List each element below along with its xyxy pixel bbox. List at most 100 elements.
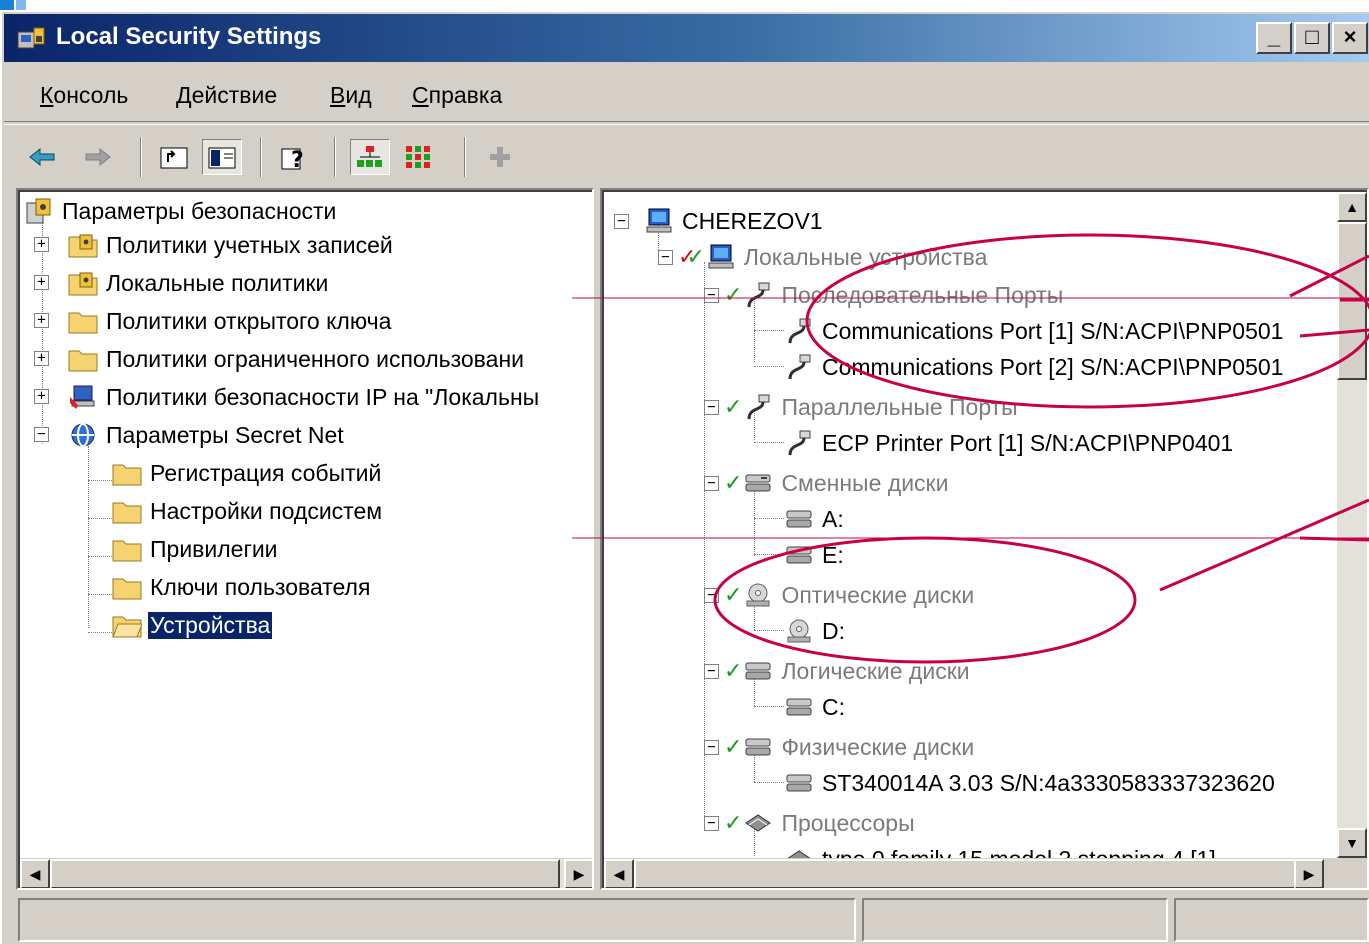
tree-node-optical-disks[interactable]: ✓ Оптические диски bbox=[724, 578, 976, 612]
tree-connector bbox=[88, 556, 112, 557]
scroll-right-button[interactable]: ▶ bbox=[564, 859, 592, 888]
show-hide-tree-button[interactable] bbox=[202, 139, 242, 175]
menu-action[interactable]: Действие bbox=[176, 82, 277, 109]
scroll-down-button[interactable]: ▼ bbox=[1337, 828, 1367, 858]
expand-toggle[interactable]: + bbox=[34, 313, 49, 328]
tree-item-subsystem-settings[interactable]: Настройки подсистем bbox=[112, 494, 384, 528]
tree-connector bbox=[754, 518, 784, 519]
scroll-thumb[interactable] bbox=[50, 859, 560, 888]
menu-view-label: Вид bbox=[330, 82, 372, 108]
tree-node-computer[interactable]: CHEREZOV1 bbox=[644, 204, 825, 238]
tree-node-parallel-port-1[interactable]: ECP Printer Port [1] S/N:ACPI\PNP0401 bbox=[784, 426, 1235, 460]
port-connector-icon bbox=[784, 353, 814, 381]
tree-item-event-logging[interactable]: Регистрация событий bbox=[112, 456, 383, 490]
close-button[interactable]: × bbox=[1332, 22, 1368, 54]
back-button[interactable] bbox=[22, 139, 62, 175]
collapse-toggle[interactable]: − bbox=[658, 250, 673, 265]
tree-node-drive-a[interactable]: A: bbox=[784, 502, 846, 536]
tree-item-account-policies[interactable]: Политики учетных записей bbox=[68, 228, 395, 262]
device-tree-view-button[interactable] bbox=[350, 139, 390, 175]
tree-item-secret-net[interactable]: Параметры Secret Net bbox=[68, 418, 346, 452]
tree-connector bbox=[754, 554, 784, 555]
right-pane-vertical-scrollbar[interactable]: ▲ ▼ bbox=[1337, 192, 1367, 858]
tree-item-privileges[interactable]: Привилегии bbox=[112, 532, 280, 566]
help-button[interactable]: ? bbox=[274, 139, 314, 175]
title-bar[interactable]: Local Security Settings _ □ × bbox=[4, 14, 1369, 62]
tree-node-physical-disks[interactable]: ✓ Физические диски bbox=[724, 730, 976, 764]
add-icon bbox=[490, 147, 510, 167]
up-level-button[interactable] bbox=[154, 139, 194, 175]
tree-node-serial-ports[interactable]: ✓ Последовательные Порты bbox=[724, 278, 1065, 312]
left-tree-pane[interactable]: Параметры безопасности + Политики учетны… bbox=[16, 188, 594, 890]
collapse-toggle[interactable]: − bbox=[704, 288, 719, 303]
collapse-toggle[interactable]: − bbox=[704, 664, 719, 679]
green-check-icon: ✓ bbox=[724, 734, 743, 759]
scroll-right-button[interactable]: ▶ bbox=[1294, 859, 1324, 888]
tree-item-label: Ключи пользователя bbox=[150, 573, 371, 600]
collapse-toggle[interactable]: − bbox=[704, 588, 719, 603]
tree-root-security-settings[interactable]: Параметры безопасности bbox=[24, 194, 338, 228]
tree-item-label: Настройки подсистем bbox=[150, 497, 383, 524]
tree-item-restricted-use-policies[interactable]: Политики ограниченного использовани bbox=[68, 342, 526, 376]
decorative-square bbox=[0, 0, 14, 10]
tree-item-label: Политики ограниченного использовани bbox=[106, 345, 524, 372]
tree-node-parallel-ports[interactable]: ✓ Параллельные Порты bbox=[724, 390, 1020, 424]
menu-console[interactable]: Консоль bbox=[40, 82, 128, 109]
tree-node-drive-d[interactable]: D: bbox=[784, 614, 847, 648]
add-button[interactable] bbox=[480, 139, 520, 175]
collapse-toggle[interactable]: − bbox=[704, 816, 719, 831]
scrollbar-corner bbox=[1324, 859, 1367, 888]
scroll-thumb[interactable] bbox=[634, 859, 1324, 888]
help-icon: ? bbox=[281, 148, 304, 171]
tree-node-removable-disks[interactable]: ✓ Сменные диски bbox=[724, 466, 950, 500]
scroll-left-button[interactable]: ◀ bbox=[604, 859, 634, 888]
tree-node-local-devices[interactable]: ✓ ✓ Локальные устройства bbox=[678, 240, 989, 274]
collapse-toggle[interactable]: − bbox=[614, 214, 629, 229]
tree-node-processors[interactable]: ✓ Процессоры bbox=[724, 806, 917, 840]
device-grid-view-button[interactable] bbox=[398, 139, 438, 175]
port-connector-icon bbox=[784, 429, 814, 457]
tree-node-drive-c[interactable]: C: bbox=[784, 690, 847, 724]
right-tree-pane[interactable]: − CHEREZOV1 − ✓ ✓ Локальные устройства − … bbox=[600, 188, 1369, 890]
tree-node-label: Оптические диски bbox=[781, 581, 975, 608]
tree-item-label: Политики открытого ключа bbox=[106, 307, 392, 334]
status-cell-tertiary bbox=[1174, 898, 1369, 942]
tree-item-local-policies[interactable]: Локальные политики bbox=[68, 266, 330, 300]
left-pane-horizontal-scrollbar[interactable]: ◀ ▶ bbox=[20, 858, 592, 888]
tree-node-serial-port-1[interactable]: Communications Port [1] S/N:ACPI\PNP0501 bbox=[784, 314, 1285, 348]
expand-toggle[interactable]: + bbox=[34, 275, 49, 290]
tree-item-devices[interactable]: Устройства bbox=[112, 608, 274, 642]
open-folder-icon bbox=[112, 611, 143, 639]
tree-item-ip-security-policies[interactable]: Политики безопасности IP на "Локальны bbox=[68, 380, 541, 414]
expand-toggle[interactable]: + bbox=[34, 389, 49, 404]
scroll-up-button[interactable]: ▲ bbox=[1337, 192, 1367, 222]
tree-node-drive-e[interactable]: E: bbox=[784, 538, 846, 572]
folder-icon bbox=[68, 345, 98, 373]
collapse-toggle[interactable]: − bbox=[34, 427, 49, 442]
minimize-button[interactable]: _ bbox=[1256, 22, 1292, 54]
folder-icon bbox=[112, 535, 142, 563]
tree-node-logical-disks[interactable]: ✓ Логические диски bbox=[724, 654, 972, 688]
menu-view[interactable]: Вид bbox=[330, 82, 372, 109]
right-pane-horizontal-scrollbar[interactable]: ◀ ▶ bbox=[604, 858, 1367, 888]
tree-connector bbox=[754, 706, 784, 707]
collapse-toggle[interactable]: − bbox=[704, 740, 719, 755]
tree-node-physical-disk-1[interactable]: ST340014A 3.03 S/N:4a3330583337323620 bbox=[784, 766, 1277, 800]
tree-node-serial-port-2[interactable]: Communications Port [2] S/N:ACPI\PNP0501 bbox=[784, 350, 1285, 384]
disk-drive-icon bbox=[743, 657, 773, 685]
scroll-left-button[interactable]: ◀ bbox=[20, 859, 50, 888]
tree-node-label: Последовательные Порты bbox=[781, 281, 1064, 308]
tree-node-label: E: bbox=[822, 541, 844, 568]
scroll-thumb[interactable] bbox=[1337, 222, 1367, 380]
collapse-toggle[interactable]: − bbox=[704, 400, 719, 415]
expand-toggle[interactable]: + bbox=[34, 237, 49, 252]
tree-item-label: Устройства bbox=[146, 610, 274, 640]
expand-toggle[interactable]: + bbox=[34, 351, 49, 366]
tree-item-public-key-policies[interactable]: Политики открытого ключа bbox=[68, 304, 393, 338]
menu-help[interactable]: Справка bbox=[412, 82, 502, 109]
maximize-button[interactable]: □ bbox=[1294, 22, 1330, 54]
collapse-toggle[interactable]: − bbox=[704, 476, 719, 491]
window-title: Local Security Settings bbox=[56, 23, 322, 50]
forward-button[interactable] bbox=[78, 139, 118, 175]
tree-item-user-keys[interactable]: Ключи пользователя bbox=[112, 570, 372, 604]
